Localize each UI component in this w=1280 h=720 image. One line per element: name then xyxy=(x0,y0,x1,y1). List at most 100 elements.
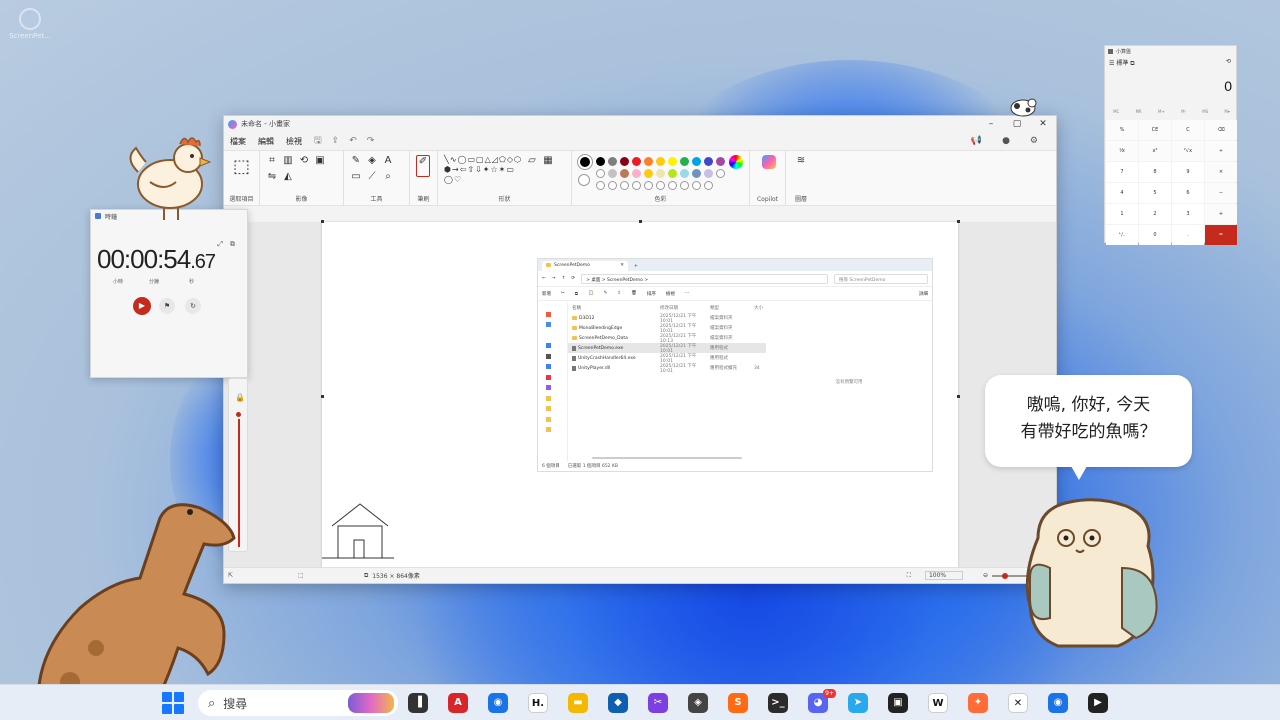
expand-icon[interactable]: ⤢ xyxy=(217,240,223,249)
memory-button[interactable]: MS xyxy=(1202,109,1208,114)
edit-colors-icon[interactable] xyxy=(729,155,743,169)
outline-icon[interactable]: ▱ xyxy=(526,155,538,167)
color-picker-icon[interactable]: ⟋ xyxy=(366,171,378,183)
palette-swatch[interactable] xyxy=(704,157,713,166)
calc-key[interactable]: + xyxy=(1205,204,1237,224)
copilot-icon[interactable] xyxy=(762,155,776,169)
resize-icon[interactable]: ▥ xyxy=(282,155,294,167)
palette-swatch[interactable] xyxy=(656,169,665,178)
cow-pet[interactable] xyxy=(1008,94,1038,118)
taskbar-app-unity-icon[interactable]: ◈ xyxy=(688,693,708,713)
calc-key[interactable]: = xyxy=(1205,225,1237,245)
memory-button[interactable]: M- xyxy=(1181,109,1186,114)
calc-key[interactable]: 8 xyxy=(1139,162,1171,182)
calc-key[interactable]: − xyxy=(1205,183,1237,203)
calc-key[interactable]: ⅟x xyxy=(1106,141,1138,161)
primary-color-swatch[interactable] xyxy=(577,154,593,170)
calc-key[interactable]: ⌫ xyxy=(1205,120,1237,140)
taskbar-app-task-view-icon[interactable]: ▐ xyxy=(408,693,428,713)
start-button[interactable] xyxy=(162,692,184,714)
taskbar-app-sourcetree-icon[interactable]: ◆ xyxy=(608,693,628,713)
taskbar-app-discord-icon[interactable]: ◕ 9+ xyxy=(808,689,836,713)
text-icon[interactable]: A xyxy=(382,155,394,167)
taskbar-app-chrome-2-icon[interactable]: ◉ xyxy=(1048,693,1068,713)
calc-key[interactable]: 3 xyxy=(1172,204,1204,224)
layers-icon[interactable]: ≋ xyxy=(795,155,807,167)
taskbar-app-media-player-icon[interactable]: ▶ xyxy=(1088,693,1108,713)
taskbar-app-file-explorer-icon[interactable]: ▬ xyxy=(568,693,588,713)
chicken-pet[interactable] xyxy=(120,128,216,224)
calc-key[interactable]: ÷ xyxy=(1205,141,1237,161)
palette-swatch[interactable] xyxy=(596,157,605,166)
calc-key[interactable]: CE xyxy=(1139,120,1171,140)
calc-key[interactable]: 7 xyxy=(1106,162,1138,182)
secondary-color-swatch[interactable] xyxy=(578,174,590,186)
palette-swatch[interactable] xyxy=(644,169,653,178)
taskbar-app-webtoon-icon[interactable]: W xyxy=(928,693,948,713)
zoom-out-icon[interactable]: ⊖ xyxy=(983,572,988,579)
eraser-icon[interactable]: ▭ xyxy=(350,171,362,183)
taskbar-app-chrome-icon[interactable]: ◉ xyxy=(488,693,508,713)
palette-swatch[interactable] xyxy=(680,169,689,178)
account-icon[interactable]: ● xyxy=(1002,136,1010,146)
owl-pet[interactable] xyxy=(1022,498,1160,650)
calc-key[interactable]: C xyxy=(1172,120,1204,140)
memory-button[interactable]: M▾ xyxy=(1224,109,1229,114)
minimize-button[interactable]: – xyxy=(978,119,1004,129)
palette-swatch[interactable] xyxy=(644,157,653,166)
palette-swatch[interactable] xyxy=(668,169,677,178)
size-slider-knob[interactable] xyxy=(236,412,241,417)
palette-swatch[interactable] xyxy=(716,157,725,166)
taskbar-app-anki-icon[interactable]: A xyxy=(448,693,468,713)
pencil-icon[interactable]: ✎ xyxy=(350,155,362,167)
palette-swatch[interactable] xyxy=(632,169,641,178)
calc-key[interactable]: 0 xyxy=(1139,225,1171,245)
reset-button[interactable]: ↻ xyxy=(185,298,201,314)
lap-button[interactable]: ⚑ xyxy=(159,298,175,314)
color-palette[interactable] xyxy=(596,155,725,190)
calc-key[interactable]: . xyxy=(1172,225,1204,245)
taskbar-app-capcut-icon[interactable]: ✕ xyxy=(1008,693,1028,713)
close-button[interactable]: ✕ xyxy=(1030,119,1056,129)
save-icon[interactable]: 🖫 xyxy=(314,133,322,149)
undo-icon[interactable]: ↶ xyxy=(349,136,357,146)
fill-icon[interactable]: ◈ xyxy=(366,155,378,167)
select-rect-icon[interactable]: ⬚ xyxy=(230,155,253,179)
pip-icon[interactable]: ⧉ xyxy=(230,240,235,249)
crop-icon[interactable]: ⌗ xyxy=(266,155,278,167)
brush-icon[interactable]: ✐ xyxy=(416,155,430,177)
taskbar-app-notion-icon[interactable]: ▣ xyxy=(888,693,908,713)
menu-view[interactable]: 檢視 xyxy=(286,136,302,147)
magnifier-icon[interactable]: ⌕ xyxy=(382,171,394,183)
calc-key[interactable]: × xyxy=(1205,162,1237,182)
calc-key[interactable]: 9 xyxy=(1172,162,1204,182)
memory-button[interactable]: MR xyxy=(1136,109,1142,114)
shapes-gallery[interactable]: ╲ ∿ ◯ ▭ ▢ △ ◿ ⬠ ◇ ⬡ ⬢ → ⇦ ⇧ ⇩ ✦ ☆ ✶ ▭ ◯ ♡ xyxy=(444,155,522,184)
fit-icon[interactable]: ⛶ xyxy=(907,572,911,580)
calc-key[interactable]: ⁺∕₋ xyxy=(1106,225,1138,245)
flip-icon[interactable]: ⇋ xyxy=(266,171,278,183)
taskbar-app-telegram-icon[interactable]: ➤ xyxy=(848,693,868,713)
palette-swatch[interactable] xyxy=(596,169,605,178)
palette-swatch[interactable] xyxy=(692,157,701,166)
menu-icon[interactable]: ☰ xyxy=(1109,60,1114,67)
palette-swatch[interactable] xyxy=(632,157,641,166)
history-icon[interactable]: ⟲ xyxy=(1226,58,1231,65)
taskbar-app-sublime-icon[interactable]: S xyxy=(728,693,748,713)
drawing-canvas[interactable]: ScreenPetDemo ✕ + ← → ↑ ⟳ > 桌面 > ScreenP… xyxy=(322,222,958,569)
menu-file[interactable]: 檔案 xyxy=(230,136,246,147)
calc-key[interactable]: 1 xyxy=(1106,204,1138,224)
calc-key[interactable]: 4 xyxy=(1106,183,1138,203)
calc-key[interactable]: x² xyxy=(1139,141,1171,161)
palette-swatch[interactable] xyxy=(608,157,617,166)
calc-key[interactable]: % xyxy=(1106,120,1138,140)
memory-button[interactable]: M+ xyxy=(1158,109,1165,114)
bg-remove-icon[interactable]: ◭ xyxy=(282,171,294,183)
taskbar-app-terminal-icon[interactable]: >_ xyxy=(768,693,788,713)
calc-key[interactable]: ²√x xyxy=(1172,141,1204,161)
shape-fill-icon[interactable]: ▦ xyxy=(542,155,554,167)
settings-icon[interactable]: ⚙ xyxy=(1030,136,1038,146)
rotate-icon[interactable]: ⟲ xyxy=(298,155,310,167)
palette-swatch[interactable] xyxy=(668,157,677,166)
announce-icon[interactable]: 📢 xyxy=(971,136,982,146)
